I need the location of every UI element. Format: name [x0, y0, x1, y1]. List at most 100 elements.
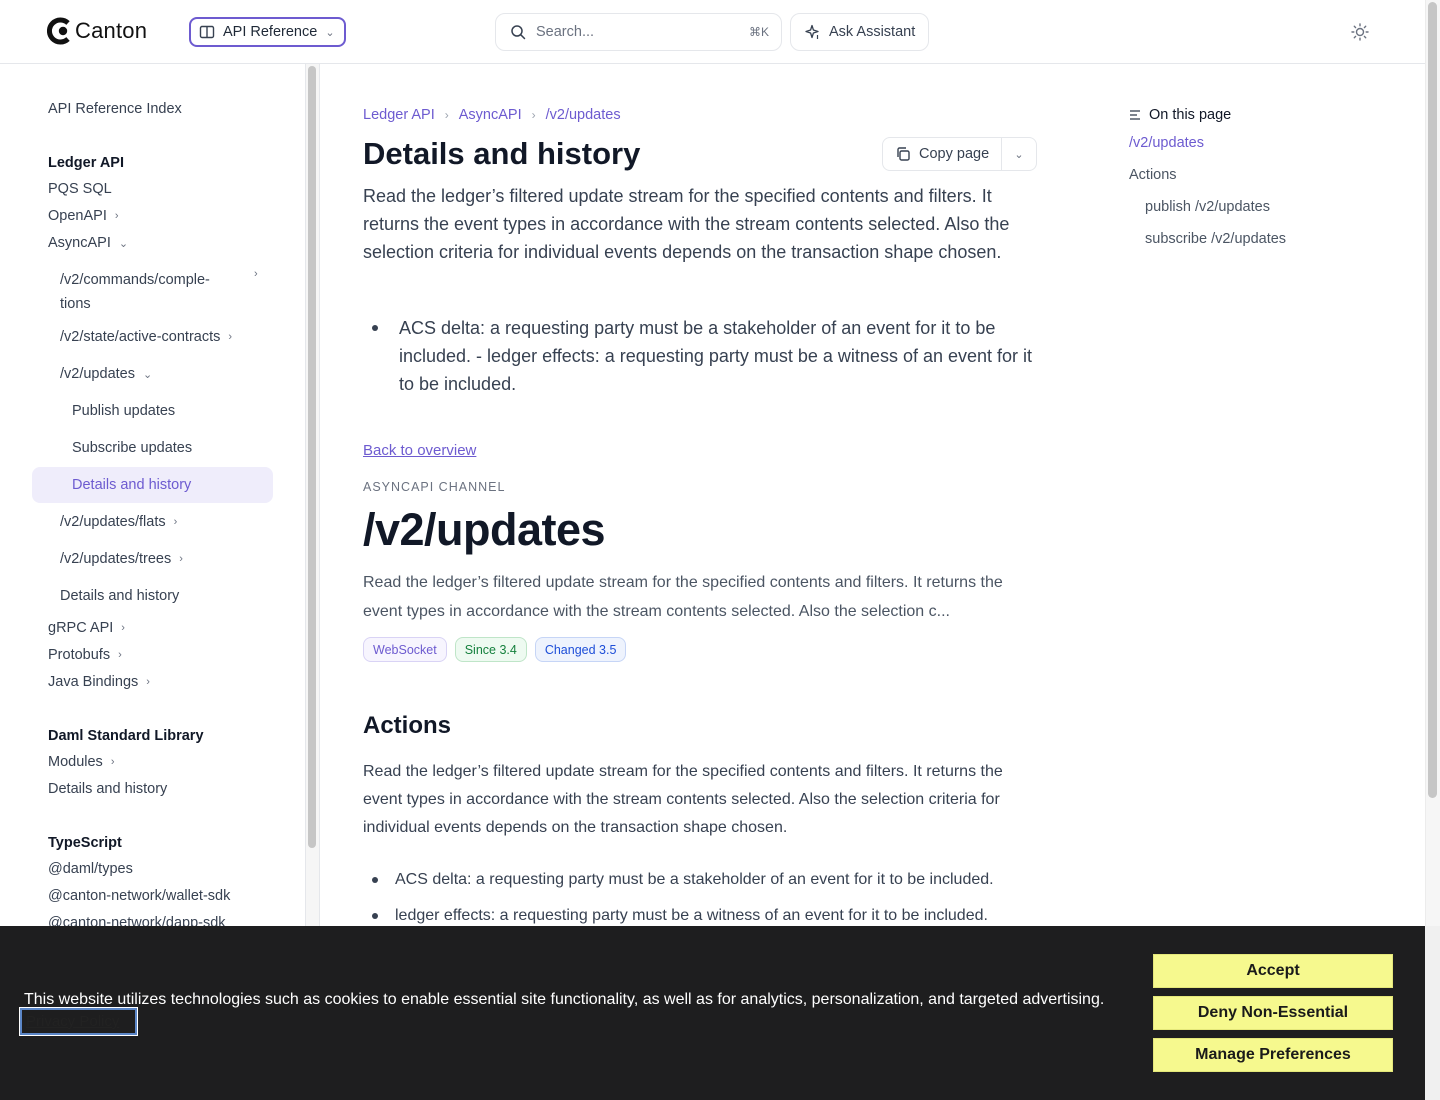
page-scrollbar[interactable]: [1428, 2, 1437, 798]
sidebar-item-label: PQS SQL: [48, 181, 112, 197]
manage-preferences-button[interactable]: Manage Preferences: [1153, 1038, 1393, 1072]
chevron-right-icon[interactable]: ›: [228, 331, 232, 343]
section-selector[interactable]: API Reference ⌄: [189, 17, 346, 47]
sidebar-item-flats[interactable]: /v2/updates/flats ›: [60, 514, 177, 530]
chevron-right-icon[interactable]: ›: [111, 756, 115, 768]
chevron-down-icon: ⌄: [325, 26, 335, 39]
deny-non-essential-button[interactable]: Deny Non-Essential: [1153, 996, 1393, 1030]
sidebar-item-details-daml[interactable]: Details and history: [48, 781, 167, 797]
changed-badge: Changed 3.5: [534, 637, 627, 662]
book-icon: [199, 25, 215, 39]
chevron-right-icon[interactable]: ›: [254, 268, 258, 280]
sidebar-item-modules[interactable]: Modules ›: [48, 754, 114, 770]
cookie-banner: This website utilizes technologies such …: [0, 926, 1425, 1100]
chevron-right-icon[interactable]: ›: [121, 622, 125, 634]
sidebar-item-pqs[interactable]: PQS SQL: [48, 181, 112, 197]
sidebar-item-label: @daml/types: [48, 861, 133, 877]
sidebar-item-api-index[interactable]: API Reference Index: [48, 101, 182, 117]
chevron-right-icon: ›: [531, 108, 536, 122]
sidebar-item-label: Details and history: [72, 477, 192, 493]
top-header: Canton API Reference ⌄ Search... ⌘K Ask …: [0, 0, 1425, 64]
privacy-policy-link[interactable]: Privacy Policy: [19, 1007, 138, 1036]
sidebar: API Reference Index Ledger API PQS SQL O…: [0, 64, 306, 926]
sidebar-item-label: /v2/updates/flats: [60, 514, 166, 530]
list-item: ACS delta: a requesting party must be a …: [363, 862, 1043, 898]
chevron-right-icon[interactable]: ›: [115, 210, 119, 222]
breadcrumb-item[interactable]: Ledger API: [363, 107, 435, 123]
canton-logo[interactable]: Canton: [47, 17, 147, 45]
chevron-right-icon[interactable]: ›: [179, 553, 183, 565]
ask-assistant-button[interactable]: Ask Assistant: [790, 13, 929, 51]
search-input[interactable]: Search... ⌘K: [495, 13, 782, 51]
sidebar-item-label: Subscribe updates: [72, 440, 193, 456]
toc-item-actions[interactable]: Actions: [1129, 167, 1177, 183]
toc-item-updates[interactable]: /v2/updates: [1129, 135, 1204, 151]
copy-icon: [897, 147, 910, 161]
search-icon: [511, 25, 526, 40]
breadcrumb: Ledger API › AsyncAPI › /v2/updates: [363, 107, 621, 123]
accept-button[interactable]: Accept: [1153, 954, 1393, 988]
sidebar-item-completions[interactable]: /v2/commands/comple- tions: [60, 268, 210, 316]
since-badge: Since 3.4: [454, 637, 527, 662]
toc-heading: On this page: [1129, 107, 1231, 123]
sidebar-item-subscribe[interactable]: Subscribe updates: [72, 440, 192, 456]
sidebar-item-grpc[interactable]: gRPC API ›: [48, 620, 125, 636]
chevron-right-icon[interactable]: ›: [118, 649, 122, 661]
channel-badges: WebSocket Since 3.4 Changed 3.5: [363, 637, 627, 662]
sidebar-item-label: OpenAPI: [48, 208, 107, 224]
sidebar-item-daml-types[interactable]: @daml/types: [48, 861, 133, 877]
breadcrumb-item[interactable]: /v2/updates: [546, 107, 621, 123]
chevron-right-icon[interactable]: ›: [174, 516, 178, 528]
back-to-overview-link[interactable]: Back to overview: [363, 442, 476, 459]
sidebar-item-label: Details and history: [48, 781, 168, 797]
sidebar-item-label: Protobufs: [48, 647, 111, 663]
copy-page-button[interactable]: Copy page: [883, 138, 1002, 170]
sidebar-item-asyncapi[interactable]: AsyncAPI ⌄: [48, 235, 128, 251]
copy-page-group: Copy page ⌄: [882, 137, 1037, 171]
copy-options-button[interactable]: ⌄: [1002, 138, 1036, 170]
sidebar-item-openapi[interactable]: OpenAPI ›: [48, 208, 119, 224]
sidebar-item-label: /v2/state/active-contracts: [60, 329, 221, 345]
sidebar-heading-label: Ledger API: [48, 155, 125, 171]
sidebar-heading-daml: Daml Standard Library: [48, 728, 204, 744]
chevron-down-icon[interactable]: ⌄: [143, 368, 152, 381]
sidebar-item-label: tions: [60, 296, 91, 312]
list-item-text: ledger effects: a requesting party must …: [395, 907, 988, 924]
sidebar-item-java[interactable]: Java Bindings ›: [48, 674, 150, 690]
list-item-text: ACS delta: a requesting party must be a …: [399, 318, 1033, 394]
toc-item-subscribe[interactable]: subscribe /v2/updates: [1145, 231, 1286, 247]
sidebar-item-updates[interactable]: /v2/updates ⌄: [60, 366, 152, 382]
sidebar-item-label: /v2/commands/comple-: [60, 272, 210, 288]
chevron-right-icon[interactable]: ›: [146, 676, 150, 688]
cookie-message: This website utilizes technologies such …: [24, 991, 1105, 1008]
websocket-badge: WebSocket: [363, 637, 447, 662]
channel-description: Read the ledger’s filtered update stream…: [363, 574, 1003, 620]
chevron-down-icon[interactable]: ⌄: [119, 237, 128, 250]
toc-item-publish[interactable]: publish /v2/updates: [1145, 199, 1270, 215]
sidebar-item-label: Java Bindings: [48, 674, 139, 690]
sidebar-item-details-async[interactable]: Details and history: [60, 588, 179, 604]
sun-icon[interactable]: [1350, 22, 1370, 42]
sidebar-item-label: API Reference Index: [48, 101, 182, 117]
toc-heading-label: On this page: [1149, 107, 1232, 123]
sidebar-item-trees[interactable]: /v2/updates/trees ›: [60, 551, 183, 567]
search-shortcut: ⌘K: [748, 25, 769, 39]
breadcrumb-item[interactable]: AsyncAPI: [459, 107, 522, 123]
sidebar-item-publish[interactable]: Publish updates: [72, 403, 175, 419]
channel-eyebrow: ASYNCAPI CHANNEL: [363, 480, 506, 494]
list-item: ACS delta: a requesting party must be a …: [363, 314, 1043, 398]
bullet-icon: [372, 325, 378, 331]
sparkle-icon: [805, 24, 819, 39]
logo-text: Canton: [75, 18, 148, 43]
sidebar-item-details-active[interactable]: Details and history: [72, 477, 191, 493]
sidebar-item-wallet-sdk[interactable]: @canton-network/wallet-sdk: [48, 888, 230, 904]
channel-title: /v2/updates: [363, 504, 606, 555]
sidebar-item-active-contracts[interactable]: /v2/state/active-contracts ›: [60, 329, 232, 345]
sidebar-item-protobufs[interactable]: Protobufs ›: [48, 647, 122, 663]
sidebar-item-label: AsyncAPI: [48, 235, 111, 251]
sidebar-scrollbar[interactable]: [308, 66, 316, 848]
sidebar-item-label: gRPC API: [48, 620, 114, 636]
sidebar-item-dapp-sdk[interactable]: @canton-network/dapp-sdk: [48, 915, 226, 926]
sidebar-item-label: @canton-network/dapp-sdk: [48, 915, 226, 926]
sidebar-item-label: /v2/updates: [60, 366, 135, 382]
